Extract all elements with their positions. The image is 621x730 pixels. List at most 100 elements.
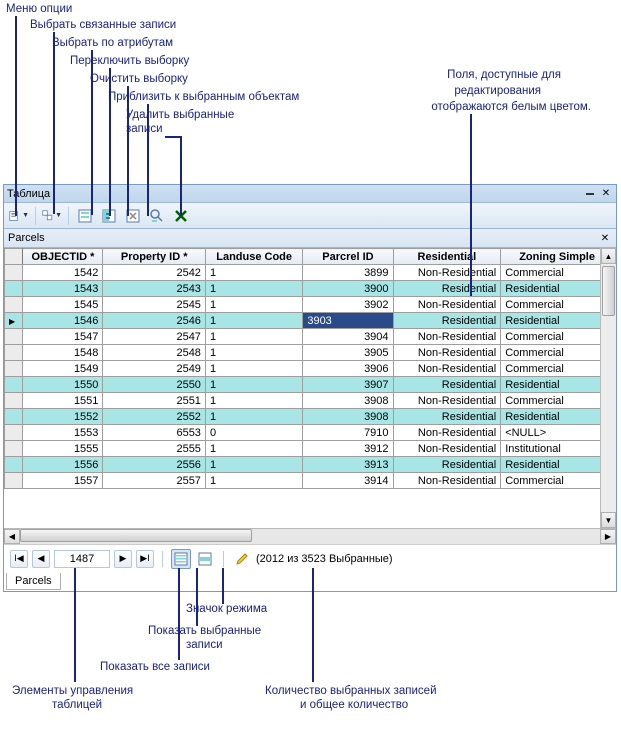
cell-zoning[interactable]: Commercial bbox=[501, 393, 614, 409]
cell-residential[interactable]: Non-Residential bbox=[393, 297, 501, 313]
cell-residential[interactable]: Non-Residential bbox=[393, 361, 501, 377]
table-row[interactable]: ▶1546254613903ResidentialResidential bbox=[5, 313, 614, 329]
cell-parcelid[interactable]: 3899 bbox=[303, 265, 393, 281]
cell-residential[interactable]: Residential bbox=[393, 313, 501, 329]
cell-landuse[interactable]: 1 bbox=[205, 377, 302, 393]
table-row[interactable]: 1553655307910Non-Residential<NULL> bbox=[5, 425, 614, 441]
nav-next-button[interactable]: ▶ bbox=[114, 550, 132, 568]
row-header[interactable] bbox=[5, 425, 23, 441]
cell-residential[interactable]: Non-Residential bbox=[393, 329, 501, 345]
cell-propertyid[interactable]: 2548 bbox=[103, 345, 206, 361]
cell-objectid[interactable]: 1553 bbox=[23, 425, 103, 441]
cell-objectid[interactable]: 1545 bbox=[23, 297, 103, 313]
cell-residential[interactable]: Non-Residential bbox=[393, 393, 501, 409]
window-titlebar[interactable]: Таблица ✕ bbox=[4, 185, 616, 203]
cell-zoning[interactable]: Commercial bbox=[501, 329, 614, 345]
cell-objectid[interactable]: 1556 bbox=[23, 457, 103, 473]
clear-selection-button[interactable] bbox=[122, 205, 144, 227]
row-header[interactable] bbox=[5, 441, 23, 457]
cell-landuse[interactable]: 1 bbox=[205, 473, 302, 489]
row-header[interactable] bbox=[5, 329, 23, 345]
col-header-propertyid[interactable]: Property ID * bbox=[103, 249, 206, 265]
cell-propertyid[interactable]: 6553 bbox=[103, 425, 206, 441]
cell-residential[interactable]: Residential bbox=[393, 409, 501, 425]
cell-propertyid[interactable]: 2557 bbox=[103, 473, 206, 489]
table-row[interactable]: 1550255013907ResidentialResidential bbox=[5, 377, 614, 393]
cell-propertyid[interactable]: 2555 bbox=[103, 441, 206, 457]
cell-parcelid[interactable]: 3908 bbox=[303, 409, 393, 425]
menu-options-button[interactable]: ▼ bbox=[8, 205, 30, 227]
cell-propertyid[interactable]: 2546 bbox=[103, 313, 206, 329]
cell-propertyid[interactable]: 2551 bbox=[103, 393, 206, 409]
table-row[interactable]: 1548254813905Non-ResidentialCommercial bbox=[5, 345, 614, 361]
cell-objectid[interactable]: 1552 bbox=[23, 409, 103, 425]
close-tab-icon[interactable]: ✕ bbox=[598, 231, 612, 245]
cell-residential[interactable]: Non-Residential bbox=[393, 425, 501, 441]
table-row[interactable]: 1555255513912Non-ResidentialInstitutiona… bbox=[5, 441, 614, 457]
cell-parcelid[interactable]: 7910 bbox=[303, 425, 393, 441]
cell-objectid[interactable]: 1546 bbox=[23, 313, 103, 329]
table-row[interactable]: 1551255113908Non-ResidentialCommercial bbox=[5, 393, 614, 409]
row-header[interactable] bbox=[5, 345, 23, 361]
cell-parcelid[interactable]: 3912 bbox=[303, 441, 393, 457]
cell-propertyid[interactable]: 2547 bbox=[103, 329, 206, 345]
cell-landuse[interactable]: 1 bbox=[205, 361, 302, 377]
cell-landuse[interactable]: 1 bbox=[205, 329, 302, 345]
zoom-to-selected-button[interactable] bbox=[146, 205, 168, 227]
cell-zoning[interactable]: Institutional bbox=[501, 441, 614, 457]
table-row[interactable]: 1552255213908ResidentialResidential bbox=[5, 409, 614, 425]
cell-parcelid[interactable]: 3903 bbox=[303, 313, 393, 329]
delete-selected-button[interactable] bbox=[170, 205, 192, 227]
cell-landuse[interactable]: 1 bbox=[205, 457, 302, 473]
cell-zoning[interactable]: <NULL> bbox=[501, 425, 614, 441]
cell-landuse[interactable]: 1 bbox=[205, 393, 302, 409]
cell-residential[interactable]: Residential bbox=[393, 281, 501, 297]
cell-propertyid[interactable]: 2543 bbox=[103, 281, 206, 297]
bottom-tab-parcels[interactable]: Parcels bbox=[6, 573, 61, 590]
cell-zoning[interactable]: Commercial bbox=[501, 345, 614, 361]
cell-zoning[interactable]: Residential bbox=[501, 457, 614, 473]
cell-zoning[interactable]: Residential bbox=[501, 281, 614, 297]
cell-objectid[interactable]: 1548 bbox=[23, 345, 103, 361]
row-header[interactable] bbox=[5, 377, 23, 393]
cell-objectid[interactable]: 1542 bbox=[23, 265, 103, 281]
cell-objectid[interactable]: 1543 bbox=[23, 281, 103, 297]
cell-parcelid[interactable]: 3900 bbox=[303, 281, 393, 297]
row-header[interactable] bbox=[5, 297, 23, 313]
cell-residential[interactable]: Non-Residential bbox=[393, 265, 501, 281]
cell-parcelid[interactable]: 3914 bbox=[303, 473, 393, 489]
cell-propertyid[interactable]: 2556 bbox=[103, 457, 206, 473]
show-all-records-button[interactable] bbox=[171, 549, 191, 569]
cell-parcelid[interactable]: 3908 bbox=[303, 393, 393, 409]
horizontal-scrollbar[interactable]: ◀ ▶ bbox=[4, 528, 616, 544]
row-header[interactable] bbox=[5, 393, 23, 409]
vertical-scrollbar[interactable]: ▲ ▼ bbox=[600, 248, 616, 528]
select-by-attributes-button[interactable] bbox=[74, 205, 96, 227]
cell-zoning[interactable]: Residential bbox=[501, 313, 614, 329]
cell-propertyid[interactable]: 2550 bbox=[103, 377, 206, 393]
switch-selection-button[interactable] bbox=[98, 205, 120, 227]
hscroll-track[interactable] bbox=[20, 529, 600, 544]
row-header-corner[interactable] bbox=[5, 249, 23, 265]
cell-landuse[interactable]: 1 bbox=[205, 297, 302, 313]
window-drop-icon[interactable] bbox=[583, 187, 597, 201]
cell-zoning[interactable]: Residential bbox=[501, 377, 614, 393]
cell-residential[interactable]: Residential bbox=[393, 377, 501, 393]
scroll-up-icon[interactable]: ▲ bbox=[601, 248, 616, 264]
cell-objectid[interactable]: 1550 bbox=[23, 377, 103, 393]
row-header[interactable] bbox=[5, 457, 23, 473]
col-header-landuse[interactable]: Landuse Code bbox=[205, 249, 302, 265]
table-row[interactable]: 1556255613913ResidentialResidential bbox=[5, 457, 614, 473]
cell-landuse[interactable]: 1 bbox=[205, 265, 302, 281]
cell-landuse[interactable]: 1 bbox=[205, 441, 302, 457]
scroll-right-icon[interactable]: ▶ bbox=[600, 529, 616, 544]
row-header[interactable] bbox=[5, 473, 23, 489]
col-header-parcelid[interactable]: Parcrel ID bbox=[303, 249, 393, 265]
cell-zoning[interactable]: Commercial bbox=[501, 473, 614, 489]
cell-residential[interactable]: Non-Residential bbox=[393, 441, 501, 457]
cell-propertyid[interactable]: 2542 bbox=[103, 265, 206, 281]
window-close-icon[interactable]: ✕ bbox=[599, 187, 613, 201]
row-header[interactable] bbox=[5, 265, 23, 281]
cell-objectid[interactable]: 1549 bbox=[23, 361, 103, 377]
cell-zoning[interactable]: Commercial bbox=[501, 297, 614, 313]
